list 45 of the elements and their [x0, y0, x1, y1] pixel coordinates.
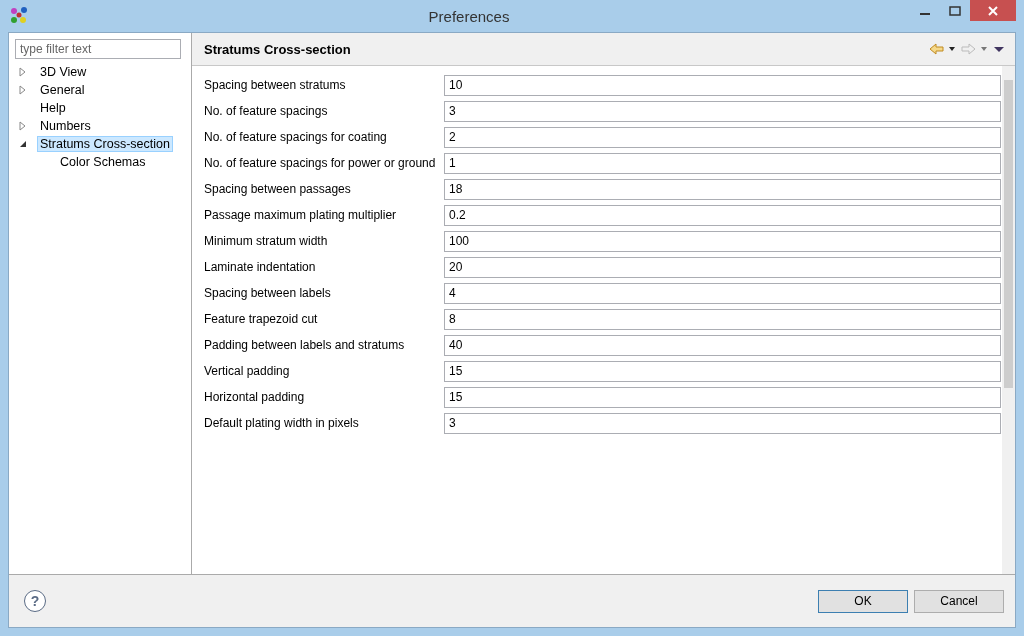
input-field[interactable]: 20: [444, 256, 1001, 278]
input-field[interactable]: 15: [444, 386, 1001, 408]
field-label: Spacing between passages: [204, 182, 352, 196]
tree-item[interactable]: Color Schemas: [57, 154, 149, 170]
input-field[interactable]: 8: [444, 308, 1001, 330]
field-label: No. of feature spacings for power or ground: [204, 156, 437, 170]
input-field[interactable]: 40: [444, 334, 1001, 356]
tree-item[interactable]: 3D View: [37, 64, 90, 80]
app-logo-icon: [10, 7, 28, 25]
input-field[interactable]: 3: [444, 412, 1001, 434]
field-label: Feature trapezoid cut: [204, 312, 319, 326]
input-field[interactable]: 0.2: [444, 204, 1001, 226]
field-label: No. of feature spacings for coating: [204, 130, 388, 144]
field-label: Passage maximum plating multiplier: [204, 208, 398, 222]
field-label: Spacing between labels: [204, 286, 332, 300]
tree-item[interactable]: Help: [37, 100, 69, 116]
filter-field[interactable]: type filter text: [15, 39, 181, 59]
close-icon: [988, 5, 998, 16]
page-title: Stratums Cross-section: [204, 41, 352, 57]
dialog-button[interactable]: OK: [818, 589, 908, 613]
input-field[interactable]: 2: [444, 126, 1001, 148]
tree-item[interactable]: General: [37, 82, 88, 98]
help-button[interactable]: ?: [24, 590, 46, 612]
field-label: Padding between labels and stratums: [204, 338, 406, 352]
close-button[interactable]: [970, 0, 1016, 21]
window-title: Preferences: [427, 7, 511, 25]
input-field[interactable]: 15: [444, 360, 1001, 382]
field-label: No. of feature spacings: [204, 104, 329, 118]
field-label: Vertical padding: [204, 364, 291, 378]
input-field[interactable]: 4: [444, 282, 1001, 304]
input-field[interactable]: 1: [444, 152, 1001, 174]
tree-item[interactable]: Numbers: [37, 118, 94, 134]
dialog-button[interactable]: Cancel: [914, 589, 1004, 613]
field-label: Horizontal padding: [204, 390, 306, 404]
input-field[interactable]: 3: [444, 100, 1001, 122]
input-field[interactable]: 18: [444, 178, 1001, 200]
field-label: Spacing between stratums: [204, 78, 347, 92]
field-label: Minimum stratum width: [204, 234, 329, 248]
scrollbar[interactable]: [1002, 66, 1015, 574]
maximize-icon[interactable]: [949, 5, 961, 16]
input-field[interactable]: 100: [444, 230, 1001, 252]
input-field[interactable]: 10: [444, 74, 1001, 96]
tree-item[interactable]: Stratums Cross-section: [37, 136, 173, 152]
field-label: Default plating width in pixels: [204, 416, 360, 430]
field-label: Laminate indentation: [204, 260, 317, 274]
